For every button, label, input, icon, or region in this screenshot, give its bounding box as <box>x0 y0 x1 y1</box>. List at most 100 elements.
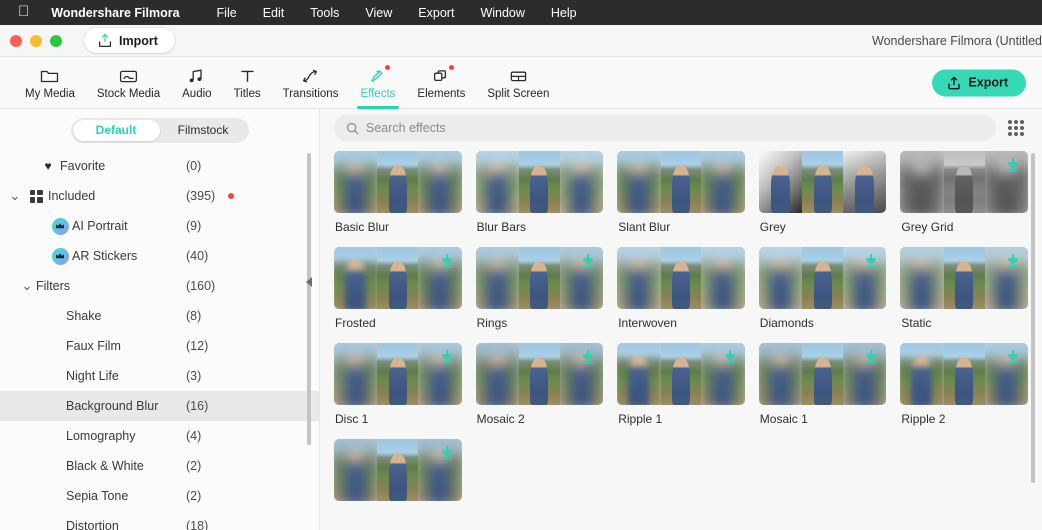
download-arrow-icon[interactable] <box>1005 349 1021 367</box>
tab-titles[interactable]: Titles <box>223 57 272 109</box>
download-arrow-icon[interactable] <box>722 349 738 367</box>
grid-view-icon[interactable] <box>1008 120 1024 136</box>
effect-card[interactable]: Grey <box>758 151 887 234</box>
thumbnail-slice <box>559 151 604 213</box>
effect-label: Mosaic 2 <box>476 412 525 426</box>
tab-effects[interactable]: Effects <box>349 57 406 109</box>
effect-card[interactable]: Mosaic 2 <box>475 343 604 426</box>
sidebar-item-background-blur[interactable]: Background Blur (16) <box>0 391 319 421</box>
sidebar-item-black-white[interactable]: Black & White (2) <box>0 451 319 481</box>
effect-card[interactable]: Blur Bars <box>475 151 604 234</box>
effect-card[interactable]: Ripple 1 <box>617 343 745 426</box>
sidebar-item-favorite[interactable]: ♥ Favorite (0) <box>0 151 319 181</box>
minimize-window-button[interactable] <box>30 34 42 47</box>
download-arrow-icon[interactable] <box>1005 253 1021 271</box>
effect-card[interactable]: Frosted <box>334 247 462 330</box>
effect-card[interactable]: Slant Blur <box>617 151 745 234</box>
thumbnail-image <box>758 151 803 213</box>
download-arrow-icon[interactable] <box>1005 157 1021 175</box>
effect-thumbnail[interactable] <box>334 247 462 309</box>
effect-label: Disc 1 <box>335 412 369 426</box>
effect-label: Ripple 1 <box>618 412 663 426</box>
sidebar-scrollbar[interactable] <box>307 153 311 445</box>
download-arrow-icon[interactable] <box>863 253 879 271</box>
sidebar-item-ai-portrait[interactable]: AI Portrait (9) <box>0 211 319 241</box>
tab-split-screen[interactable]: Split Screen <box>476 57 560 109</box>
tab-elements[interactable]: Elements <box>406 57 476 109</box>
sidebar-item-sepia-tone[interactable]: Sepia Tone (2) <box>0 481 319 511</box>
effects-category-tree[interactable]: ♥ Favorite (0) ⌄ Included (395) AI Portrait (9)… <box>0 147 319 530</box>
download-arrow-icon[interactable] <box>439 349 455 367</box>
effect-thumbnail[interactable] <box>900 247 1028 309</box>
menu-item-file[interactable]: File <box>204 6 250 20</box>
download-arrow-icon[interactable] <box>580 349 596 367</box>
thumbnail-image <box>334 151 378 213</box>
search-input[interactable]: Search effects <box>334 115 996 141</box>
import-button[interactable]: Import <box>84 28 175 53</box>
effect-card[interactable]: Rings <box>475 247 604 330</box>
sidebar-item-night-life[interactable]: Night Life (3) <box>0 361 319 391</box>
main-body: Default Filmstock ♥ Favorite (0) ⌄ Included (… <box>0 109 1042 530</box>
sidebar-item-faux-film[interactable]: Faux Film (12) <box>0 331 319 361</box>
effect-card[interactable]: Interwoven <box>617 247 745 330</box>
segment-default[interactable]: Default <box>72 119 160 141</box>
sidebar-item-included[interactable]: ⌄ Included (395) <box>0 181 319 211</box>
effect-thumbnail[interactable] <box>617 343 745 405</box>
effect-card[interactable]: Diamonds <box>758 247 887 330</box>
effect-thumbnail[interactable] <box>475 247 604 309</box>
segment-filmstock[interactable]: Filmstock <box>160 120 247 141</box>
sidebar-item-shake[interactable]: Shake (8) <box>0 301 319 331</box>
effect-thumbnail[interactable] <box>475 343 604 405</box>
download-arrow-icon[interactable] <box>580 253 596 271</box>
menu-item-tools[interactable]: Tools <box>297 6 352 20</box>
effect-card[interactable]: Grey Grid <box>900 151 1028 234</box>
effect-card[interactable]: Mosaic 1 <box>758 343 887 426</box>
effect-card[interactable]: Disc 1 <box>334 343 462 426</box>
close-window-button[interactable] <box>10 34 22 47</box>
effects-grid-area[interactable]: Basic Blur Blur Bars Slant Blur Grey Grey Gr… <box>320 147 1042 530</box>
thumbnail-image <box>334 247 378 309</box>
thumbnail-image <box>617 247 661 309</box>
export-share-icon <box>948 76 961 89</box>
effect-card[interactable]: Ripple 2 <box>900 343 1028 426</box>
sidebar-item-lomography[interactable]: Lomography (4) <box>0 421 319 451</box>
effects-grid-scrollbar[interactable] <box>1031 153 1035 483</box>
sidebar-item-label: AR Stickers <box>72 249 138 263</box>
effect-thumbnail[interactable] <box>334 343 462 405</box>
sidebar-item-filters[interactable]: ⌄ Filters (160) <box>0 271 319 301</box>
tab-my-media[interactable]: My Media <box>14 57 86 109</box>
effect-thumbnail[interactable] <box>617 247 745 309</box>
export-button[interactable]: Export <box>932 69 1026 96</box>
effect-thumbnail[interactable] <box>334 151 462 213</box>
menu-item-window[interactable]: Window <box>467 6 537 20</box>
effect-card[interactable]: Basic Blur <box>334 151 462 234</box>
menu-item-help[interactable]: Help <box>538 6 590 20</box>
sidebar-item-ar-stickers[interactable]: AR Stickers (40) <box>0 241 319 271</box>
tab-audio[interactable]: Audio <box>171 57 222 109</box>
menu-item-export[interactable]: Export <box>405 6 467 20</box>
tab-transitions[interactable]: Transitions <box>272 57 350 109</box>
download-arrow-icon[interactable] <box>439 253 455 271</box>
effect-card[interactable]: Static <box>900 247 1028 330</box>
menu-item-app-name[interactable]: Wondershare Filmora <box>51 6 203 20</box>
effect-thumbnail[interactable] <box>758 151 887 213</box>
effect-card[interactable] <box>334 439 462 508</box>
effect-thumbnail[interactable] <box>617 151 745 213</box>
effect-thumbnail[interactable] <box>900 343 1028 405</box>
sidebar-item-distortion[interactable]: Distortion (18) <box>0 511 319 530</box>
effect-thumbnail[interactable] <box>334 439 462 501</box>
effect-thumbnail[interactable] <box>900 151 1028 213</box>
thumbnail-image <box>701 151 745 213</box>
effect-thumbnail[interactable] <box>758 247 887 309</box>
download-arrow-icon[interactable] <box>439 445 455 463</box>
apple-logo-icon[interactable]:  <box>18 4 29 19</box>
effect-thumbnail[interactable] <box>758 343 887 405</box>
thumbnail-image <box>518 343 560 405</box>
thumbnail-slice <box>475 343 519 405</box>
menu-item-edit[interactable]: Edit <box>250 6 298 20</box>
menu-item-view[interactable]: View <box>352 6 405 20</box>
tab-stock-media[interactable]: Stock Media <box>86 57 171 109</box>
effect-thumbnail[interactable] <box>475 151 604 213</box>
maximize-window-button[interactable] <box>50 34 62 47</box>
download-arrow-icon[interactable] <box>863 349 879 367</box>
